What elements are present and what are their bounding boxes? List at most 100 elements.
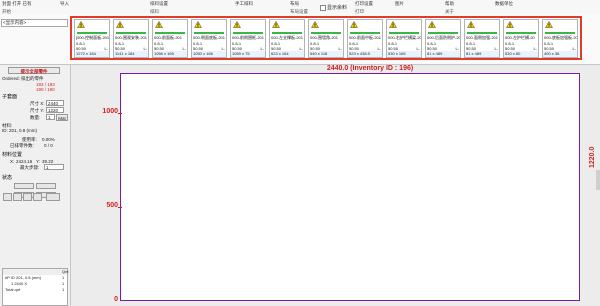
part-thumbnail[interactable]: 000-底板加强板-200.8-150.50L-L-400 x 36 <box>542 19 578 58</box>
ribbon-label[interactable]: 帮助 <box>445 1 454 7</box>
ribbon-group-import[interactable]: 导入 <box>60 0 100 14</box>
placed-parts-value: 0 / 0 <box>44 143 53 148</box>
ribbon-group-units[interactable]: 数据单位 <box>495 0 545 14</box>
warning-icon <box>194 21 202 28</box>
part-shape-preview <box>545 32 575 34</box>
part-size: 81 x 489 <box>426 51 460 57</box>
ribbon-group-image[interactable]: 图片 <box>395 0 425 14</box>
arrow-down-icon[interactable] <box>3 193 12 201</box>
show-all-parts-button[interactable]: 提示全部零件 <box>8 67 60 74</box>
checkbox-label: 显示余料 <box>327 5 348 11</box>
part-shape-preview <box>506 32 536 34</box>
warning-icon <box>77 21 85 28</box>
part-thumbnail[interactable]: 000-左护栏横-200.8-150.50L-L-530 x 80 <box>503 19 539 58</box>
arrow-down-icon[interactable] <box>23 193 32 201</box>
sort-order-icon[interactable] <box>46 193 60 201</box>
part-size: 623 x 164 <box>270 51 304 57</box>
table-cell: 1 <box>62 287 65 292</box>
part-thumbnail[interactable]: 000-围观安装-2010.8-150.50L-L-1141 x 184 <box>113 19 149 58</box>
ribbon-label[interactable]: 封面 打开 已有 <box>2 1 32 7</box>
ribbon-group-about[interactable]: 帮助 关于 <box>445 0 485 14</box>
plate-height-dimension: 1220.0 <box>589 146 596 168</box>
warning-icon <box>350 21 358 28</box>
width-input[interactable]: 2440 <box>46 100 64 106</box>
part-size: 1141 x 184 <box>114 51 148 57</box>
material-table: Qnt #P ID 201, 0.8 (mm) 1 1 2440 X 1 Tot… <box>2 268 68 306</box>
part-thumbnail[interactable]: 000-侧面底板-2010.8-150.50L-L-1050 x 166 <box>191 19 227 58</box>
pos-y-label: Y: <box>36 159 41 164</box>
checkbox[interactable] <box>320 4 326 11</box>
display-content-dropdown[interactable]: <显示内容> <box>1 19 68 27</box>
ribbon-group-print[interactable]: 打印设置 打印 <box>355 0 400 14</box>
part-size: 530 x 80 <box>504 51 538 57</box>
material-value: ID: 201, 0.8 (mm) <box>2 128 38 133</box>
part-thumbnail[interactable]: 000-前面板-2010.8-150.50L-L-1056 x 165 <box>152 19 188 58</box>
part-size: 540 x 118 <box>309 51 343 57</box>
part-size: 1056 x 165 <box>153 51 187 57</box>
arrow-down-icon[interactable] <box>33 193 42 201</box>
plate-width-dimension: 2440.0 (Inventory ID : 196) <box>326 65 414 72</box>
pos-x-label: X: <box>10 159 15 164</box>
part-thumbnail[interactable]: 000-右护栏横梁-200.8-150.50L-L-530 x 165 <box>386 19 422 58</box>
ribbon-label[interactable]: 排料设置 <box>150 1 168 7</box>
part-size: 530 x 165 <box>387 51 421 57</box>
part-thumbnail[interactable]: [000-控制面板-2010.8-150.50L-L-1272 x 184 <box>74 19 110 58</box>
max-step-input[interactable]: 1 <box>44 164 64 170</box>
ribbon-label[interactable]: 打印设置 <box>355 1 373 7</box>
nested-value: 190 / 190 <box>36 87 55 92</box>
ribbon-group-start[interactable]: 封面 打开 已有 开始 <box>2 0 62 14</box>
part-shape-preview <box>77 32 107 34</box>
ribbon-label[interactable]: 布局 <box>290 1 299 7</box>
part-size: 81 x 489 <box>465 51 499 57</box>
warning-icon <box>467 21 475 28</box>
apply-material-button[interactable]: Mat <box>56 114 68 121</box>
quantity-label: 数量: <box>30 115 41 120</box>
sheet-plate[interactable] <box>120 73 580 301</box>
placed-parts-label: 已排零件数: <box>10 143 34 148</box>
ribbon-label[interactable]: 数据单位 <box>495 1 513 7</box>
ribbon-label[interactable]: 导入 <box>60 1 69 7</box>
warning-icon <box>116 21 124 28</box>
part-thumbnail[interactable]: 000-左支撑板-2010.8-150.50L-L-623 x 164 <box>269 19 305 58</box>
part-shape-preview <box>155 32 185 34</box>
vertical-scrollbar[interactable] <box>596 170 600 190</box>
warning-icon <box>545 21 553 28</box>
part-size: 1069 x 75 <box>231 51 265 57</box>
part-thumbnail[interactable]: 000-前面中板-2010.8-150.50L-L-523 x 438.5 <box>347 19 383 58</box>
ribbon-group-nest[interactable]: 排料设置 排料 <box>150 0 200 14</box>
left-panel: 提示全部零件 Ordered: 排出的零件 193 / 193 190 / 19… <box>0 65 71 306</box>
warning-icon <box>428 21 436 28</box>
part-thumbnail[interactable]: 000-后面防侧护-200.8-150.50L-L-81 x 489 <box>425 19 461 58</box>
ribbon-toolbar: 封面 打开 已有 开始 导入 排料设置 排料 手工排料 布局 布局设置 显示余料… <box>0 0 600 15</box>
part-thumbnail[interactable]: 000-前侧围框-2010.8-150.50L-L-1069 x 75 <box>230 19 266 58</box>
part-size: 1050 x 166 <box>192 51 226 57</box>
ribbon-group-manual[interactable]: 手工排料 <box>235 0 280 14</box>
status-field-1[interactable] <box>14 183 34 189</box>
part-shape-preview <box>272 32 302 34</box>
part-shape-preview <box>467 32 497 34</box>
part-thumbnail[interactable]: 000-面侧加强-2010.8-150.50L-L-81 x 489 <box>464 19 500 58</box>
arrow-down-icon[interactable] <box>13 193 22 201</box>
warning-icon <box>389 21 397 28</box>
table-cell: Total qnt <box>5 287 21 292</box>
part-shape-preview <box>389 32 419 34</box>
status-field-2[interactable] <box>36 183 56 189</box>
warning-icon <box>311 21 319 28</box>
height-label: 尺寸 Y: <box>30 108 45 113</box>
y-tick-label: 1000 <box>102 108 118 115</box>
part-shape-preview <box>428 32 458 34</box>
usage-value: 0.00% <box>42 137 55 142</box>
y-tick <box>118 207 122 208</box>
part-thumbnail[interactable]: 000-围墙角-2010.8-150.50L-L-540 x 118 <box>308 19 344 58</box>
status-section-title: 状态 <box>2 175 13 181</box>
y-tick-label: 0 <box>114 296 118 303</box>
ribbon-label[interactable]: 图片 <box>395 1 404 7</box>
ribbon-label[interactable]: 手工排料 <box>235 1 253 7</box>
part-size: 1272 x 184 <box>75 51 109 57</box>
y-tick <box>118 113 122 114</box>
height-input[interactable]: 1220 <box>46 107 64 113</box>
quantity-input[interactable]: 1 <box>46 114 55 120</box>
table-row[interactable]: Total qnt 1 <box>3 287 67 293</box>
max-step-label: 最大步骤: <box>20 165 40 170</box>
part-shape-preview <box>194 32 224 34</box>
